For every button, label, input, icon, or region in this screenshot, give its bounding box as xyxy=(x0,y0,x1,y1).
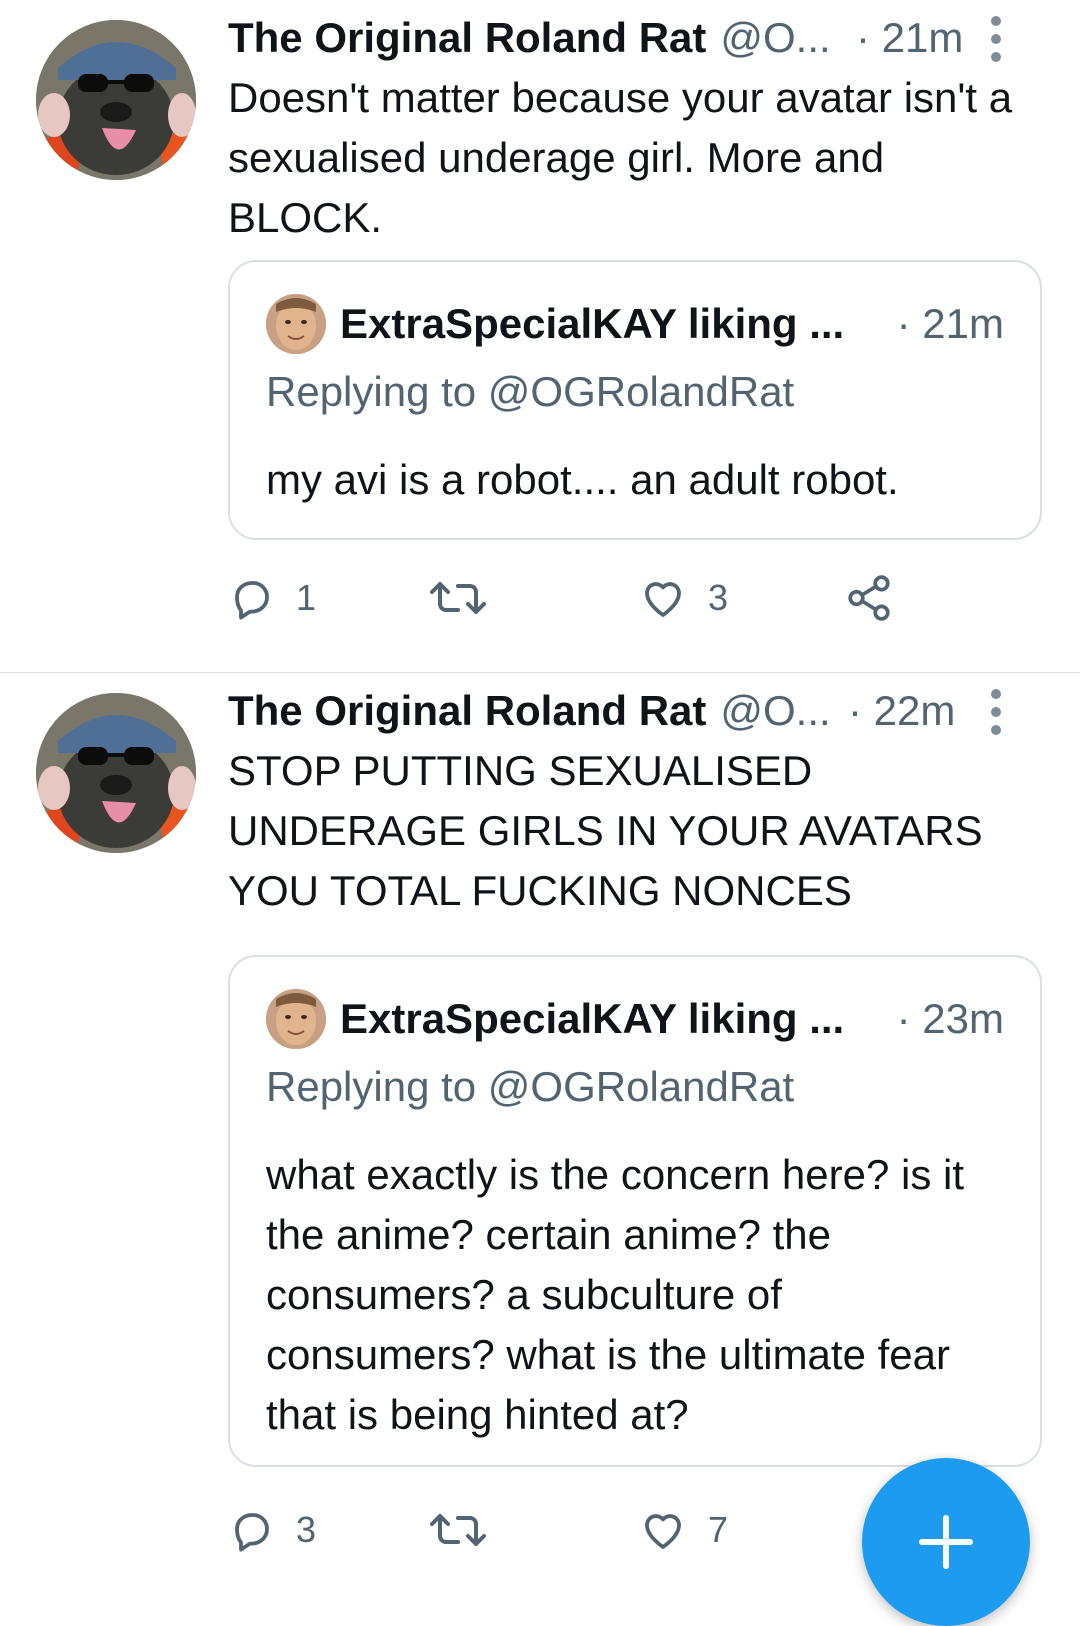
like-button[interactable]: 7 xyxy=(638,1500,728,1560)
tweet-time[interactable]: · 22m xyxy=(848,687,955,735)
author-name[interactable]: The Original Roland Rat xyxy=(228,687,706,735)
author-avatar[interactable] xyxy=(36,693,196,853)
share-icon xyxy=(848,575,890,621)
retweet-icon xyxy=(430,1514,486,1546)
plus-icon xyxy=(919,1515,973,1569)
retweet-icon xyxy=(430,582,486,614)
reply-button[interactable]: 3 xyxy=(228,1500,316,1560)
replying-to[interactable]: Replying to @OGRolandRat xyxy=(266,362,794,422)
share-button[interactable] xyxy=(844,568,894,628)
tweet-header: The Original Roland Rat @O... xyxy=(228,10,831,66)
quoted-tweet-time[interactable]: · 23m xyxy=(897,989,1004,1049)
retweet-button[interactable] xyxy=(428,568,488,628)
retweet-button[interactable] xyxy=(428,1500,488,1560)
quoted-author-avatar[interactable] xyxy=(266,294,326,354)
quoted-author-name[interactable]: ExtraSpecialKAY liking ... xyxy=(340,294,844,354)
reply-icon xyxy=(235,1513,269,1552)
author-handle[interactable]: @O... xyxy=(720,687,830,735)
reply-count: 1 xyxy=(296,577,317,618)
author-name[interactable]: The Original Roland Rat xyxy=(228,14,706,62)
tweet-actions: 3 7 xyxy=(228,1500,968,1560)
tweet-time[interactable]: · 21m xyxy=(856,14,963,62)
quoted-author-name[interactable]: ExtraSpecialKAY liking ... xyxy=(340,989,844,1049)
replying-to[interactable]: Replying to @OGRolandRat xyxy=(266,1057,794,1117)
like-button[interactable]: 3 xyxy=(638,568,728,628)
quoted-author-avatar[interactable] xyxy=(266,989,326,1049)
tweet-text: Doesn't matter because your avatar isn't… xyxy=(228,74,1013,241)
quoted-tweet[interactable]: ExtraSpecialKAY liking ... · 23m Replyin… xyxy=(228,955,1042,1467)
tweet[interactable]: The Original Roland Rat @O... · 21m Does… xyxy=(0,0,1080,656)
reply-count: 3 xyxy=(296,1509,317,1550)
heart-icon xyxy=(645,582,681,617)
quoted-tweet-text: what exactly is the concern here? is it … xyxy=(266,1151,965,1438)
more-vertical-icon[interactable] xyxy=(986,689,1006,735)
tweet-header: The Original Roland Rat @O... xyxy=(228,683,831,739)
tweet-text: STOP PUTTING SEXUALISED UNDERAGE GIRLS I… xyxy=(228,747,983,914)
like-count: 3 xyxy=(708,577,729,618)
tweet-actions: 1 3 xyxy=(228,568,968,628)
reply-button[interactable]: 1 xyxy=(228,568,316,628)
heart-icon xyxy=(645,1514,681,1549)
quoted-tweet-time[interactable]: · 21m xyxy=(897,294,1004,354)
quoted-tweet-text: my avi is a robot.... an adult robot. xyxy=(266,456,899,503)
like-count: 7 xyxy=(708,1509,729,1550)
more-vertical-icon[interactable] xyxy=(986,16,1006,62)
author-avatar[interactable] xyxy=(36,20,196,180)
reply-icon xyxy=(235,581,269,620)
quoted-tweet[interactable]: ExtraSpecialKAY liking ... · 21m Replyin… xyxy=(228,260,1042,540)
author-handle[interactable]: @O... xyxy=(720,14,830,62)
compose-button[interactable] xyxy=(862,1458,1030,1626)
